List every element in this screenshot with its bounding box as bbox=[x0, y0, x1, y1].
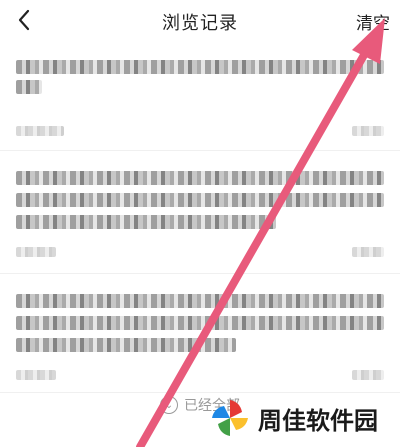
page-title: 浏览记录 bbox=[162, 13, 238, 34]
watermark-text: 周佳软件园 bbox=[258, 406, 378, 435]
list-item[interactable] bbox=[0, 151, 400, 274]
list-item[interactable] bbox=[0, 274, 400, 393]
history-list bbox=[0, 50, 400, 393]
chevron-down-circle-icon: ⌄ bbox=[160, 396, 178, 414]
clear-button[interactable]: 清空 bbox=[356, 9, 390, 34]
list-item[interactable] bbox=[0, 50, 400, 151]
top-nav-bar: 浏览记录 清空 bbox=[0, 0, 400, 44]
pinwheel-logo-icon bbox=[212, 400, 248, 436]
watermark: 周佳软件园 bbox=[208, 396, 378, 440]
